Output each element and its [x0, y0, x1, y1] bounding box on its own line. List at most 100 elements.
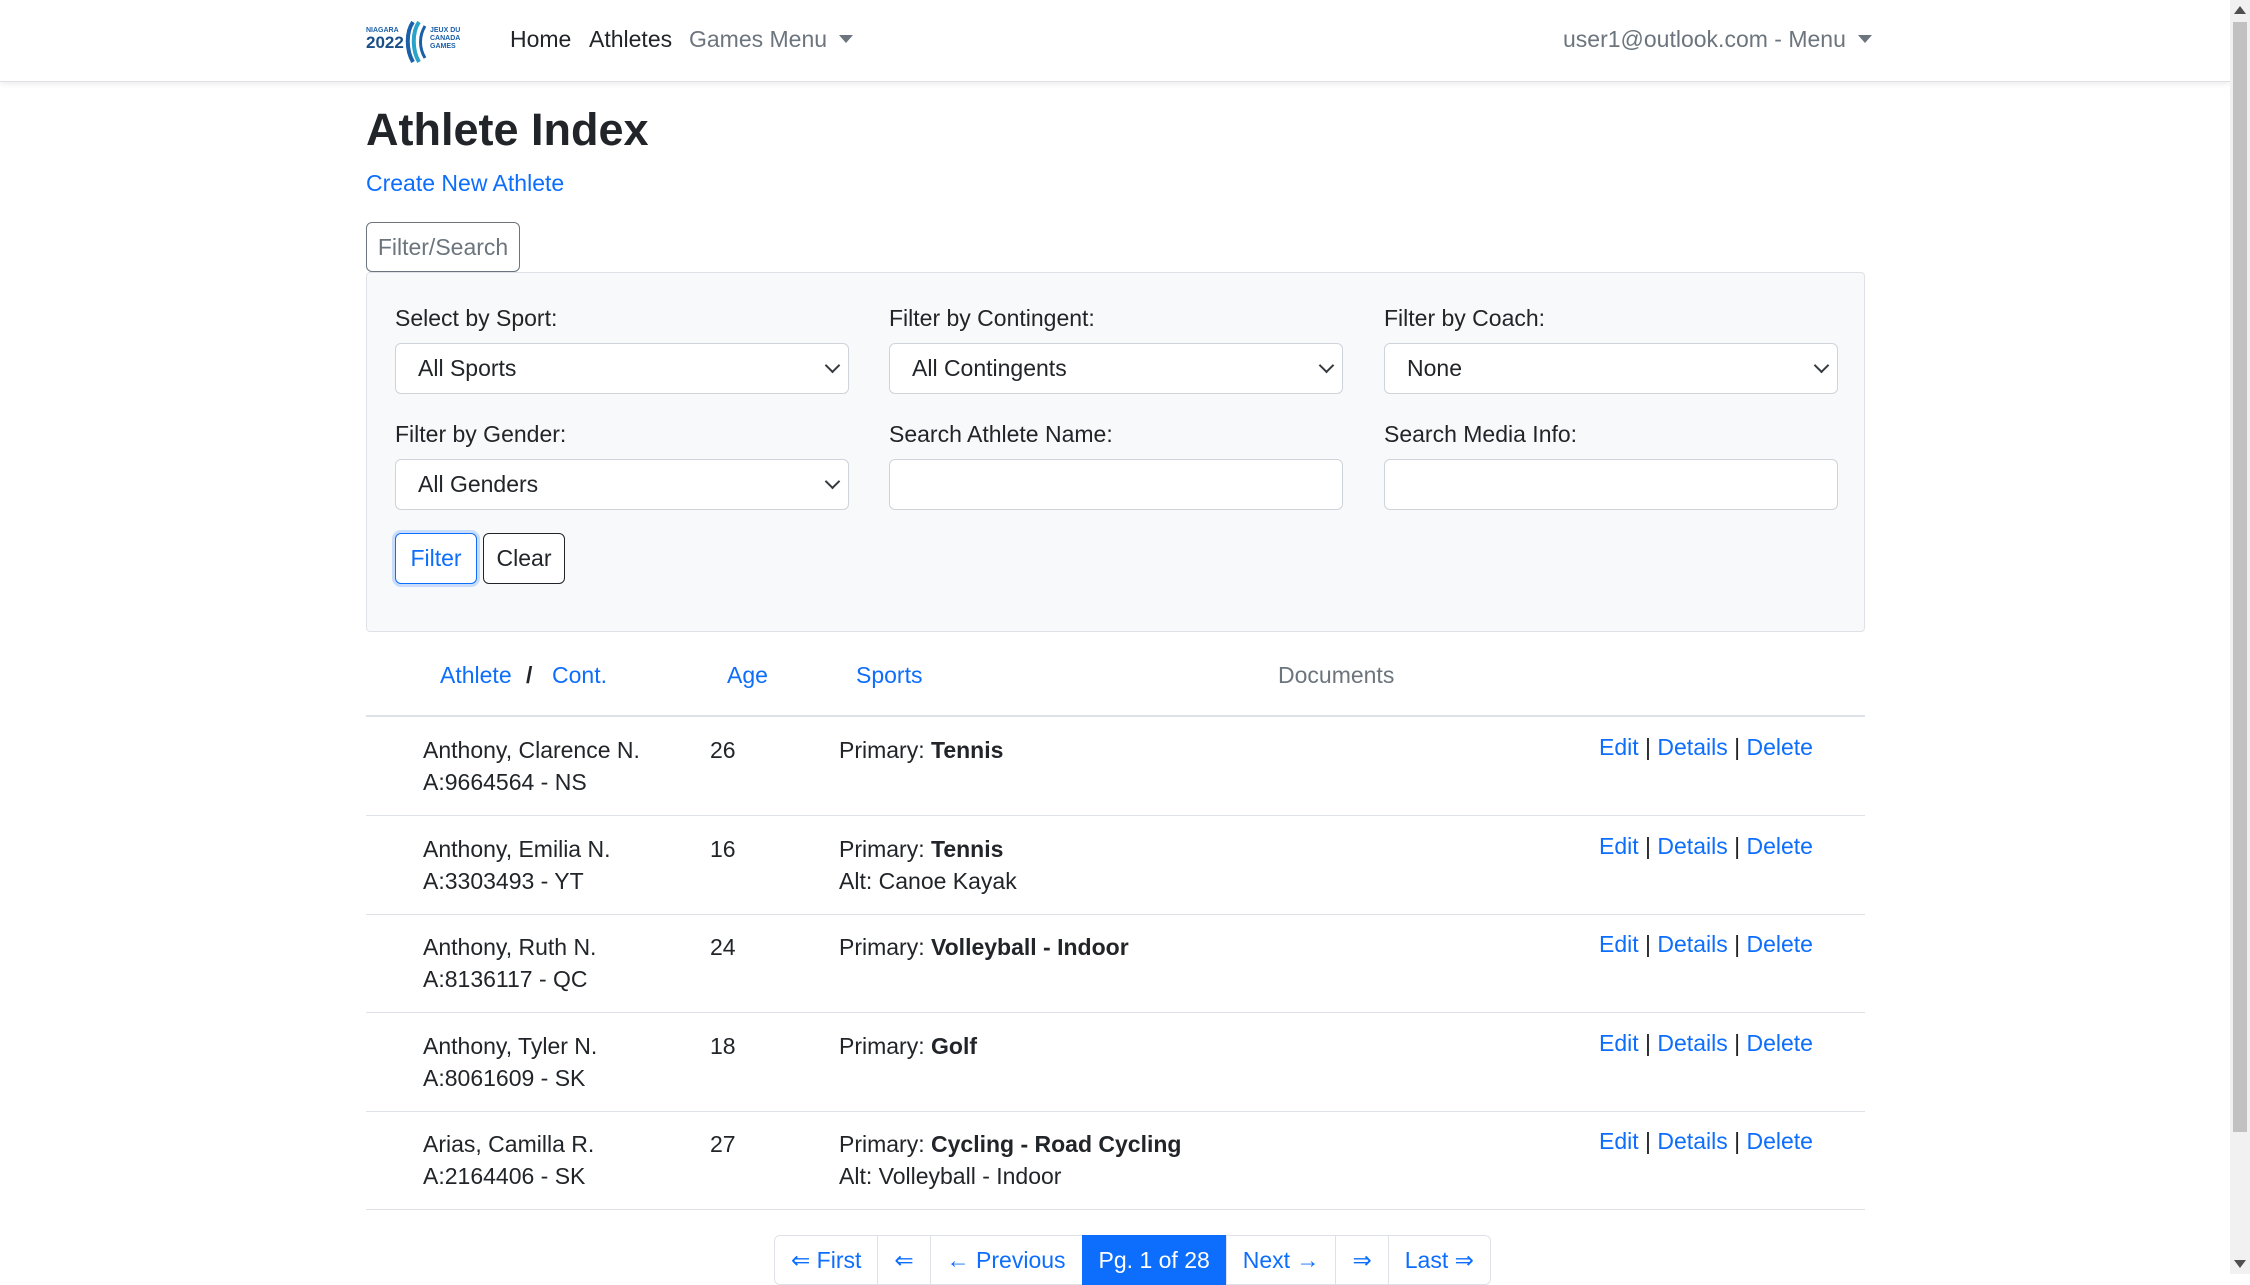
sort-contingent-link[interactable]: Cont.	[552, 662, 607, 689]
primary-sport-prefix: Primary:	[839, 1032, 931, 1059]
games-logo[interactable]: NIAGARA 2022 JEUX DU CANADA GAMES	[366, 18, 478, 64]
sport-filter-label: Select by Sport:	[395, 305, 558, 331]
details-link[interactable]: Details	[1657, 931, 1727, 957]
alt-sport: Alt: Canoe Kayak	[839, 865, 1017, 897]
athlete-code: A:8136117 - QC	[423, 966, 588, 992]
nav-athletes-link[interactable]: Athletes	[589, 26, 672, 53]
last-arrow-button[interactable]: ⇒	[1335, 1235, 1389, 1285]
svg-text:JEUX DU: JEUX DU	[430, 27, 460, 34]
edit-link[interactable]: Edit	[1599, 833, 1639, 859]
table-row: Anthony, Tyler N. A:8061609 - SK 18 Primary…	[366, 1014, 1865, 1112]
filter-search-toggle-button[interactable]: Filter/Search	[366, 222, 520, 272]
scroll-up-arrow-icon[interactable]	[2234, 6, 2246, 14]
athlete-code: A:9664564 - NS	[423, 769, 587, 795]
media-info-search-input[interactable]	[1384, 459, 1838, 510]
edit-link[interactable]: Edit	[1599, 1128, 1639, 1154]
alt-sport-name: Volleyball - Indoor	[878, 1163, 1062, 1189]
gender-select[interactable]: All Genders	[395, 459, 849, 510]
delete-link[interactable]: Delete	[1746, 931, 1812, 957]
action-separator: |	[1645, 832, 1652, 859]
primary-sport-name: Cycling - Road Cycling	[931, 1131, 1182, 1157]
nav-games-menu[interactable]: Games Menu	[689, 26, 854, 53]
gender-select-value: All Genders	[418, 471, 539, 497]
sort-sports-link[interactable]: Sports	[856, 662, 922, 689]
primary-sport-name: Golf	[931, 1032, 977, 1059]
scrollbar-thumb[interactable]	[2233, 22, 2247, 1132]
primary-sport: Primary: Golf	[839, 1030, 977, 1062]
edit-link[interactable]: Edit	[1599, 734, 1639, 760]
athlete-age: 18	[710, 1032, 736, 1059]
details-link[interactable]: Details	[1657, 1030, 1727, 1056]
athlete-age: 24	[710, 934, 736, 960]
filter-panel: Select by Sport: All Sports Filter by Co…	[366, 272, 1865, 632]
previous-page-button[interactable]: ← Previous	[929, 1235, 1083, 1285]
chevron-down-icon	[1318, 357, 1335, 374]
table-row: Anthony, Clarence N. A:9664564 - NS 26 Prim…	[366, 718, 1865, 816]
action-separator: |	[1734, 832, 1741, 859]
action-separator: |	[1734, 734, 1741, 760]
primary-sport-prefix: Primary:	[839, 1131, 931, 1157]
alt-sport-prefix: Alt:	[839, 867, 879, 894]
primary-sport-name: Volleyball - Indoor	[931, 934, 1129, 960]
action-separator: |	[1645, 1128, 1652, 1154]
nav-user-menu[interactable]: user1@outlook.com - Menu	[1563, 26, 1872, 53]
current-page-indicator[interactable]: Pg. 1 of 28	[1081, 1235, 1227, 1285]
vertical-scrollbar[interactable]	[2230, 0, 2250, 1274]
sort-age-link[interactable]: Age	[727, 662, 768, 689]
delete-link[interactable]: Delete	[1746, 1128, 1812, 1154]
contingent-filter-label: Filter by Contingent:	[889, 305, 1095, 331]
athlete-name: Anthony, Ruth N.	[423, 934, 597, 960]
sort-athlete-link[interactable]: Athlete	[440, 662, 512, 689]
row-actions: Edit | Details | Delete	[1599, 1128, 1813, 1155]
first-arrow-button[interactable]: ⇐	[877, 1235, 931, 1285]
athlete-name: Anthony, Tyler N.	[423, 1032, 598, 1059]
next-page-button[interactable]: Next →	[1225, 1235, 1337, 1285]
pagination: ⇐ First ⇐ ← Previous Pg. 1 of 28 Next → …	[774, 1235, 1491, 1285]
edit-link[interactable]: Edit	[1599, 931, 1639, 957]
action-separator: |	[1734, 1029, 1741, 1056]
page-title: Athlete Index	[366, 104, 649, 155]
details-link[interactable]: Details	[1657, 734, 1727, 760]
chevron-down-icon	[824, 473, 841, 490]
svg-text:GAMES: GAMES	[430, 43, 456, 50]
alt-sport: Alt: Volleyball - Indoor	[839, 1160, 1061, 1192]
action-separator: |	[1645, 931, 1652, 957]
media-info-search-label: Search Media Info:	[1384, 421, 1578, 447]
chevron-down-icon	[1813, 357, 1830, 374]
athlete-name: Arias, Camilla R.	[423, 1131, 595, 1157]
clear-button[interactable]: Clear	[483, 533, 565, 584]
edit-link[interactable]: Edit	[1599, 1030, 1639, 1056]
delete-link[interactable]: Delete	[1746, 833, 1812, 859]
primary-sport-name: Tennis	[931, 737, 1004, 763]
delete-link[interactable]: Delete	[1746, 1030, 1812, 1056]
details-link[interactable]: Details	[1657, 1128, 1727, 1154]
games-menu-label: Games Menu	[689, 26, 828, 52]
first-page-button[interactable]: ⇐ First	[774, 1235, 879, 1285]
chevron-down-icon	[824, 357, 841, 374]
primary-sport-prefix: Primary:	[839, 835, 931, 862]
scroll-down-arrow-icon[interactable]	[2234, 1260, 2246, 1268]
create-athlete-link[interactable]: Create New Athlete	[366, 170, 564, 197]
primary-sport: Primary: Cycling - Road Cycling	[839, 1128, 1181, 1160]
filter-button[interactable]: Filter	[395, 533, 477, 584]
caret-down-icon	[839, 35, 854, 43]
primary-sport-prefix: Primary:	[839, 737, 931, 763]
row-actions: Edit | Details | Delete	[1599, 734, 1813, 761]
athlete-name-search-input[interactable]	[889, 459, 1343, 510]
delete-link[interactable]: Delete	[1746, 734, 1812, 760]
sport-select[interactable]: All Sports	[395, 343, 849, 394]
primary-sport: Primary: Tennis	[839, 734, 1003, 766]
athlete-name: Anthony, Emilia N.	[423, 835, 611, 862]
primary-sport: Primary: Tennis	[839, 833, 1003, 865]
primary-sport: Primary: Volleyball - Indoor	[839, 931, 1129, 963]
coach-select[interactable]: None	[1384, 343, 1838, 394]
athlete-code: A:2164406 - SK	[423, 1163, 586, 1189]
athlete-name-search-label: Search Athlete Name:	[889, 421, 1113, 447]
svg-text:CANADA: CANADA	[430, 35, 460, 42]
details-link[interactable]: Details	[1657, 833, 1727, 859]
last-page-button[interactable]: Last ⇒	[1387, 1235, 1491, 1285]
nav-home-link[interactable]: Home	[510, 26, 571, 53]
table-row: Anthony, Ruth N. A:8136117 - QC 24 Primary:…	[366, 915, 1865, 1013]
contingent-select[interactable]: All Contingents	[889, 343, 1343, 394]
coach-select-value: None	[1407, 355, 1462, 381]
